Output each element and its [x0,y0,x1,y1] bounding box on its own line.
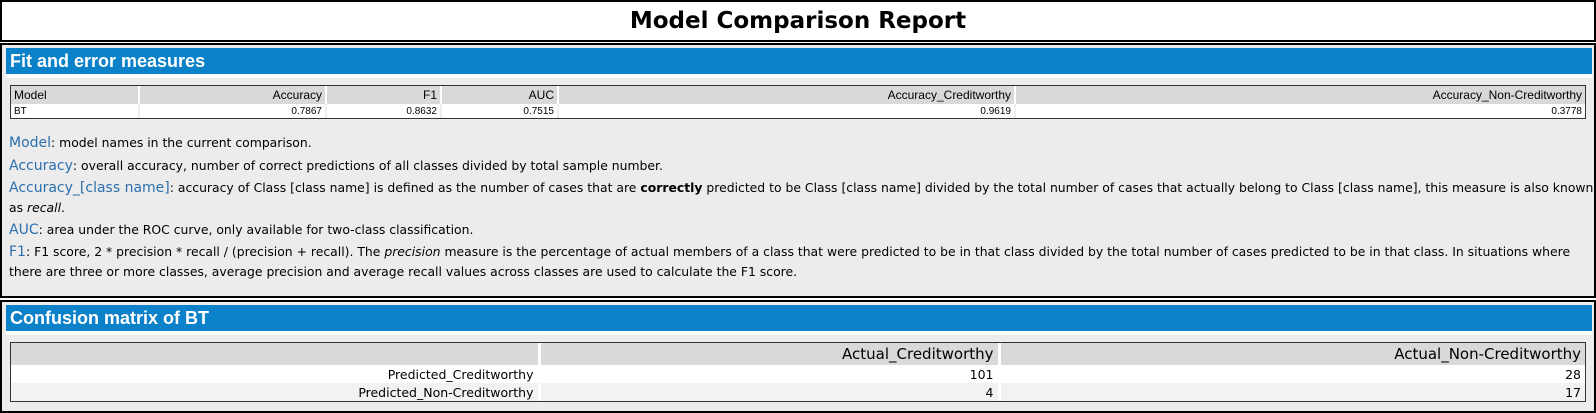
cell-true-creditworthy: 101 [539,365,1001,383]
cell-accuracy: 0.7867 [139,104,327,118]
cell-auc: 0.7515 [441,104,559,118]
cell-accuracy-non-creditworthy: 0.3778 [1551,105,1582,117]
table-row: Predicted_Creditworthy 101 28 [11,365,1585,383]
table-header-row: Actual_Creditworthy Actual_Non-Creditwor… [11,343,1585,365]
report-title-bar: Model Comparison Report [0,0,1596,42]
column-header-accuracy-creditworthy[interactable]: Accuracy_Creditworthy [558,86,1016,104]
column-header-model[interactable]: Model [11,86,140,104]
column-header-auc[interactable]: AUC [441,86,559,104]
confusion-matrix-header: Confusion matrix of BT [6,305,1592,335]
desc-accuracy: : overall accuracy, number of correct pr… [72,157,663,173]
column-header-accuracy[interactable]: Accuracy [139,86,327,104]
desc-f1-italic: precision [384,244,441,260]
confusion-matrix-section: Confusion matrix of BT Actual_Creditwort… [0,300,1596,413]
term-model: Model [9,135,52,151]
cell-true-non-creditworthy: 17 [999,383,1585,401]
table-header-row: Model Accuracy F1 AUC Accuracy_Creditwor… [11,86,1585,104]
term-f1: F1 [9,244,26,261]
cell-f1: 0.8632 [326,104,442,118]
desc-accuracy-class-1: : accuracy of Class [class name] is defi… [169,180,641,196]
row-label-predicted-non-creditworthy: Predicted_Non-Creditworthy [11,383,541,401]
table-row: Predicted_Non-Creditworthy 4 17 [11,383,1585,401]
term-auc: AUC [9,221,39,238]
cell-accuracy-creditworthy: 0.9619 [558,104,1016,118]
desc-auc: : area under the ROC curve, only availab… [38,221,474,237]
term-accuracy: Accuracy [9,157,73,174]
definition-accuracy-class: Accuracy_[class name]: accuracy of Class… [9,178,1594,218]
desc-f1-1: : F1 score, 2 * precision * recall / (pr… [25,244,385,260]
column-header-accuracy-non-creditworthy[interactable]: Accuracy_Non-Creditworthy [1015,86,1585,104]
cell-false-creditworthy: 28 [999,365,1585,383]
measure-definitions: Model: model names in the current compar… [9,133,1594,282]
fit-error-header: Fit and error measures [6,48,1592,78]
cell-model: BT [11,104,140,118]
desc-accuracy-class-bold: correctly [640,180,703,196]
definition-auc: AUC: area under the ROC curve, only avai… [9,220,1594,241]
table-row: BT 0.7867 0.8632 0.7515 0.9619 0.3778 [11,104,1585,118]
definition-f1: F1: F1 score, 2 * precision * recall / (… [9,242,1594,282]
fit-error-table: Model Accuracy F1 AUC Accuracy_Creditwor… [11,86,1585,118]
confusion-table-wrapper: Actual_Creditworthy Actual_Non-Creditwor… [10,342,1586,402]
column-header-f1[interactable]: F1 [326,86,442,104]
desc-accuracy-class-3: . [61,200,65,216]
confusion-matrix-table: Actual_Creditworthy Actual_Non-Creditwor… [11,343,1585,401]
definition-model: Model: model names in the current compar… [9,133,1594,154]
desc-model: : model names in the current comparison. [51,135,312,150]
cell-false-non-creditworthy: 4 [539,383,1001,401]
report-title: Model Comparison Report [629,8,967,34]
column-header-actual-creditworthy[interactable]: Actual_Creditworthy [539,343,1001,365]
definition-accuracy: Accuracy: overall accuracy, number of co… [9,156,1594,177]
row-label-predicted-creditworthy: Predicted_Creditworthy [11,365,541,383]
fit-error-table-wrapper: Model Accuracy F1 AUC Accuracy_Creditwor… [10,85,1586,119]
term-accuracy-class: Accuracy_[class name] [9,180,170,197]
desc-accuracy-class-italic: recall [27,200,62,216]
column-header-actual-non-creditworthy[interactable]: Actual_Non-Creditworthy [999,343,1585,365]
column-header-blank [11,343,541,365]
fit-error-section: Fit and error measures Model Accuracy F1… [0,43,1596,298]
